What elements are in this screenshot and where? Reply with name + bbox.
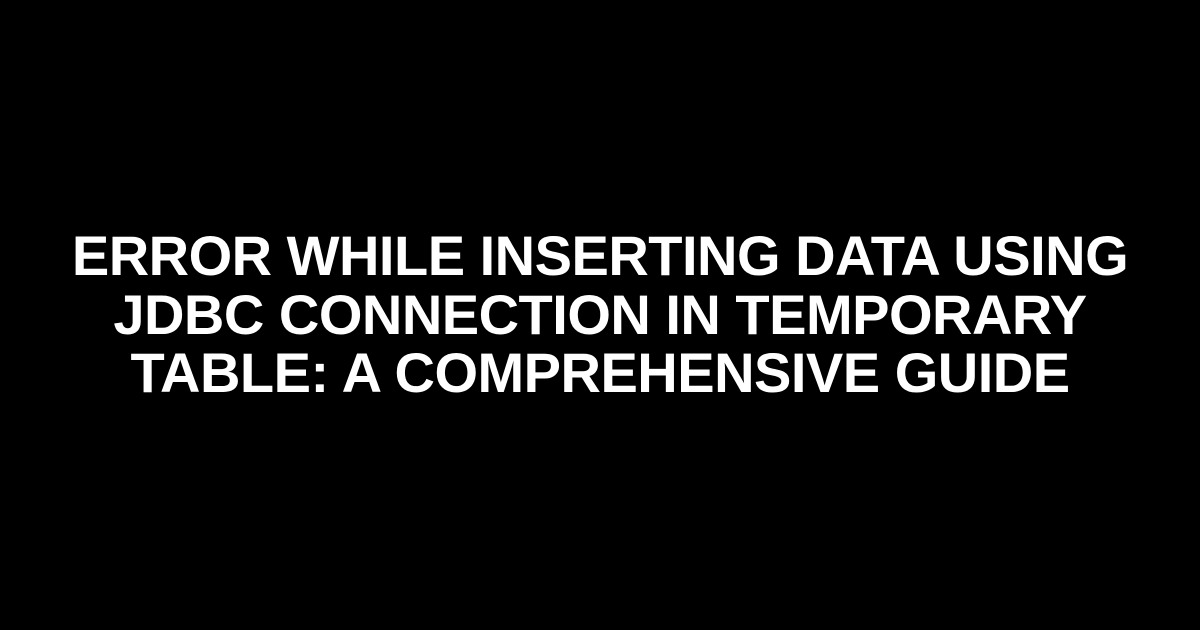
page-title: ERROR WHILE INSERTING DATA USING JDBC CO… — [0, 227, 1200, 403]
